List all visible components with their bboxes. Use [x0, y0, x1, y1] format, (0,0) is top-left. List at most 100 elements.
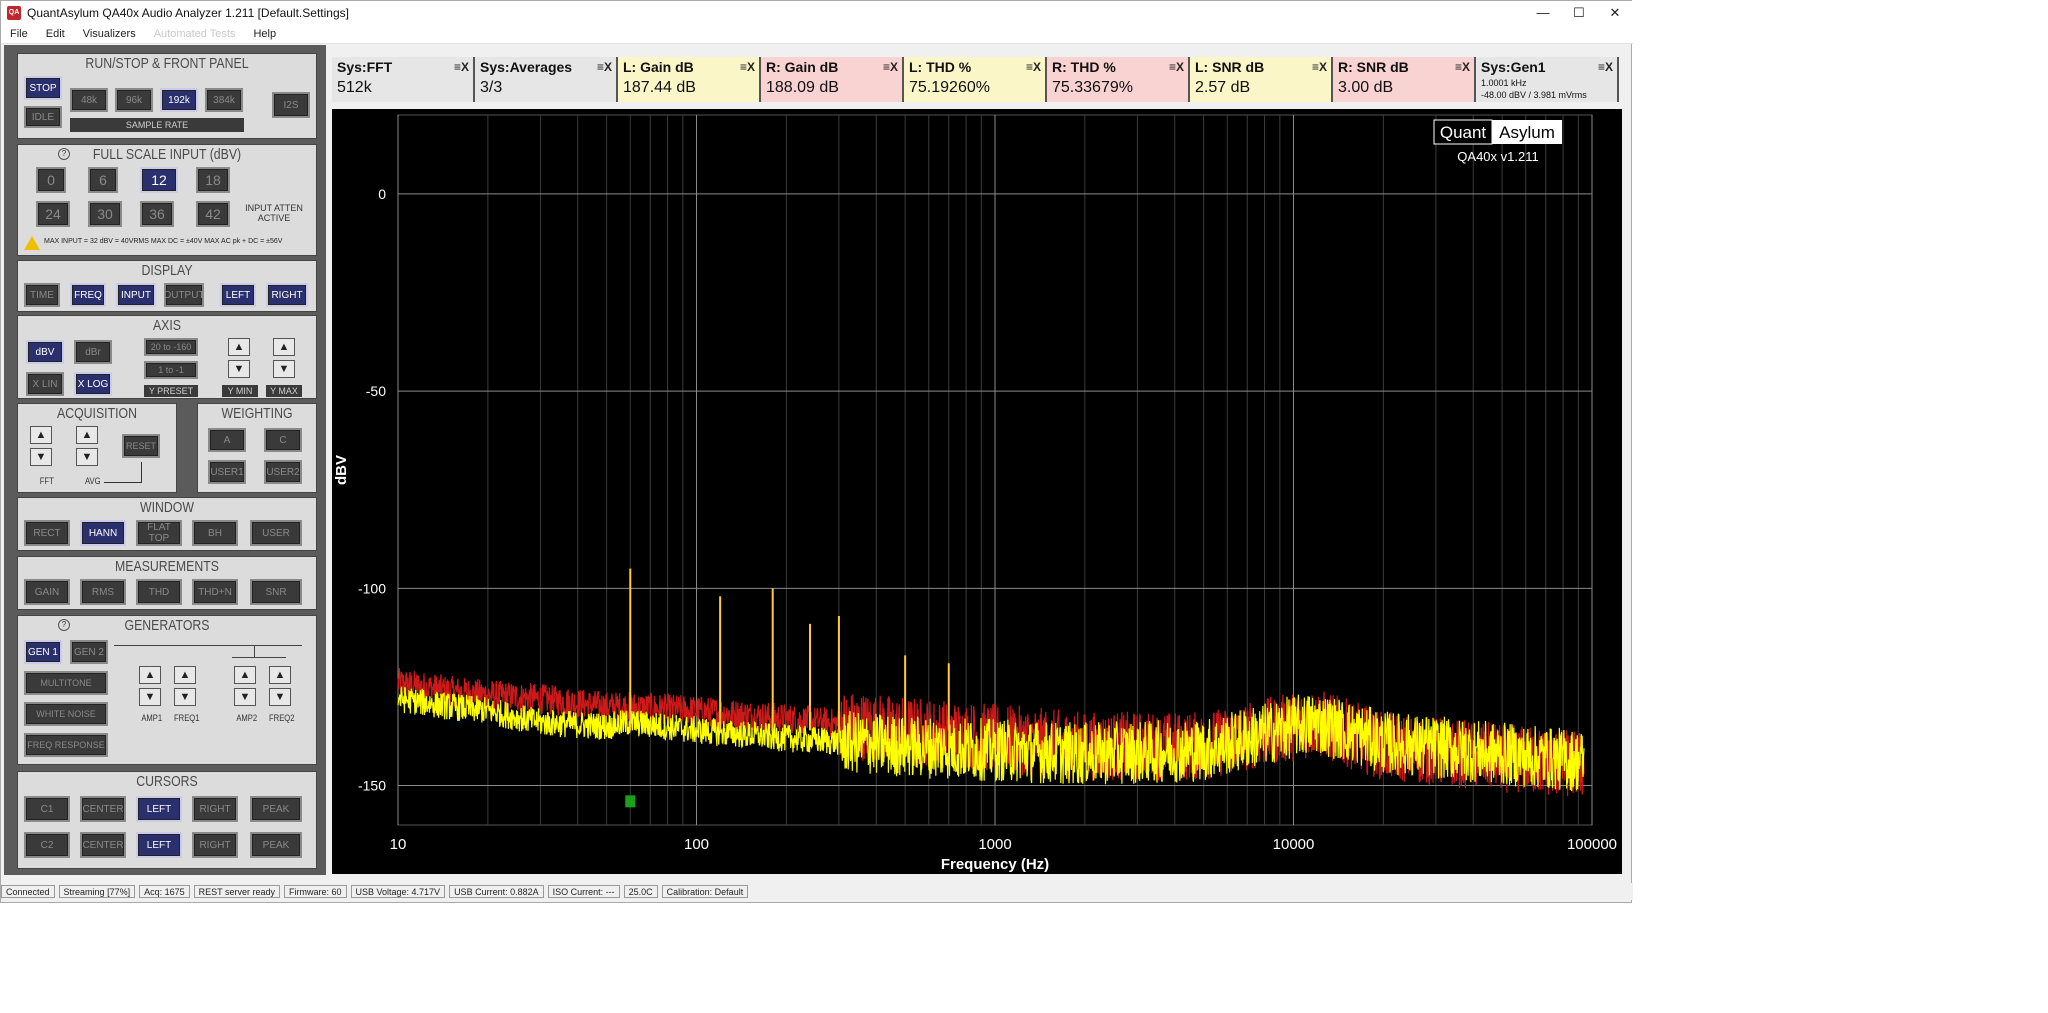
- input-button[interactable]: INPUT: [116, 283, 156, 307]
- xlog-button[interactable]: X LOG: [74, 372, 112, 396]
- meas-snr-button[interactable]: SNR: [250, 579, 302, 605]
- maximize-button[interactable]: ☐: [1561, 1, 1597, 24]
- window-hann-button[interactable]: HANN: [80, 520, 126, 546]
- freq2-down-arrow-icon[interactable]: ▼: [269, 688, 291, 706]
- left-channel-button[interactable]: LEFT: [220, 283, 256, 307]
- measurement-cell[interactable]: R: Gain dB ≡X 188.09 dB: [761, 57, 904, 102]
- weighting-user1-button[interactable]: USER1: [208, 460, 246, 484]
- menu-file[interactable]: File: [1, 28, 37, 40]
- measurement-cell[interactable]: Sys:FFT ≡X 512k: [332, 57, 475, 102]
- cursor2-peak-button[interactable]: PEAK: [250, 832, 302, 858]
- cursor2-right-button[interactable]: RIGHT: [192, 832, 238, 858]
- measurement-cell[interactable]: R: THD % ≡X 75.33679%: [1047, 57, 1190, 102]
- cursor1-right-button[interactable]: RIGHT: [192, 796, 238, 822]
- meas-gain-button[interactable]: GAIN: [24, 579, 70, 605]
- measurement-menu-close-icon[interactable]: ≡X: [883, 60, 898, 74]
- cursor1-left-button[interactable]: LEFT: [136, 796, 182, 822]
- meas-rms-button[interactable]: RMS: [80, 579, 126, 605]
- measurement-menu-close-icon[interactable]: ≡X: [1026, 60, 1041, 74]
- time-button[interactable]: TIME: [24, 283, 60, 307]
- fsi-30-button[interactable]: 30: [88, 201, 122, 227]
- measurement-menu-close-icon[interactable]: ≡X: [1312, 60, 1327, 74]
- right-channel-button[interactable]: RIGHT: [266, 283, 308, 307]
- rate-384k-button[interactable]: 384k: [205, 88, 243, 112]
- ymax-down-arrow-icon[interactable]: ▼: [273, 360, 295, 378]
- window-flat-top-button[interactable]: FLAT TOP: [136, 520, 182, 546]
- minimize-button[interactable]: —: [1525, 1, 1561, 24]
- i2s-button[interactable]: I2S: [272, 92, 310, 118]
- measurement-cell[interactable]: Sys:Averages ≡X 3/3: [475, 57, 618, 102]
- window-rect-button[interactable]: RECT: [24, 520, 70, 546]
- fsi-6-button[interactable]: 6: [88, 167, 118, 193]
- cursor-c1-button[interactable]: C1: [24, 796, 70, 822]
- amp1-down-arrow-icon[interactable]: ▼: [139, 688, 161, 706]
- ymax-up-arrow-icon[interactable]: ▲: [273, 338, 295, 356]
- fsi-0-button[interactable]: 0: [36, 167, 66, 193]
- window-user-button[interactable]: USER: [250, 520, 302, 546]
- fsi-36-button[interactable]: 36: [140, 201, 174, 227]
- freq1-down-arrow-icon[interactable]: ▼: [174, 688, 196, 706]
- menu-edit[interactable]: Edit: [37, 28, 74, 40]
- measurement-menu-close-icon[interactable]: ≡X: [454, 60, 469, 74]
- fft-up-arrow-icon[interactable]: ▲: [30, 426, 52, 444]
- cursor2-left-button[interactable]: LEFT: [136, 832, 182, 858]
- measurement-cell[interactable]: L: Gain dB ≡X 187.44 dB: [618, 57, 761, 102]
- measurement-menu-close-icon[interactable]: ≡X: [1598, 60, 1613, 74]
- multitone-button[interactable]: MULTITONE: [24, 671, 108, 695]
- fft-down-arrow-icon[interactable]: ▼: [30, 448, 52, 466]
- fsi-24-button[interactable]: 24: [36, 201, 70, 227]
- freq-button[interactable]: FREQ: [70, 283, 106, 307]
- measurement-menu-close-icon[interactable]: ≡X: [1455, 60, 1470, 74]
- preset-20-to-160-button[interactable]: 20 to -160: [144, 338, 198, 356]
- preset-1-to-minus1-button[interactable]: 1 to -1: [144, 361, 198, 379]
- output-button[interactable]: OUTPUT: [163, 283, 205, 307]
- rate-48k-button[interactable]: 48k: [70, 88, 108, 112]
- help-icon[interactable]: ?: [58, 619, 70, 631]
- measurement-menu-close-icon[interactable]: ≡X: [740, 60, 755, 74]
- gen2-button[interactable]: GEN 2: [70, 640, 108, 664]
- amp1-up-arrow-icon[interactable]: ▲: [139, 666, 161, 684]
- ymin-up-arrow-icon[interactable]: ▲: [228, 338, 250, 356]
- freq1-up-arrow-icon[interactable]: ▲: [174, 666, 196, 684]
- spectrum-plot[interactable]: 10 100 1000 10000 100000 0 -50 -100 -150 Frequenc…: [332, 109, 1622, 874]
- amp2-up-arrow-icon[interactable]: ▲: [234, 666, 256, 684]
- cursor2-center-button[interactable]: CENTER: [80, 832, 126, 858]
- measurement-cell[interactable]: L: THD % ≡X 75.19260%: [904, 57, 1047, 102]
- rate-96k-button[interactable]: 96k: [115, 88, 153, 112]
- amp2-down-arrow-icon[interactable]: ▼: [234, 688, 256, 706]
- weighting-user2-button[interactable]: USER2: [264, 460, 302, 484]
- close-window-button[interactable]: ✕: [1597, 1, 1633, 24]
- cursor1-peak-button[interactable]: PEAK: [250, 796, 302, 822]
- help-icon[interactable]: ?: [58, 148, 70, 160]
- stop-button[interactable]: STOP: [24, 76, 62, 100]
- meas-thdn-button[interactable]: THD+N: [192, 579, 238, 605]
- meas-thd-button[interactable]: THD: [136, 579, 182, 605]
- measurement-cell[interactable]: Sys:Gen1 ≡X 1.0001 kHz -48.00 dBV / 3.981 m…: [1476, 57, 1619, 102]
- measurement-menu-close-icon[interactable]: ≡X: [597, 60, 612, 74]
- dbv-button[interactable]: dBV: [26, 340, 64, 364]
- freq-response-button[interactable]: FREQ RESPONSE: [24, 733, 108, 757]
- idle-button[interactable]: IDLE: [24, 106, 62, 128]
- measurement-menu-close-icon[interactable]: ≡X: [1169, 60, 1184, 74]
- weighting-c-button[interactable]: C: [264, 428, 302, 452]
- menu-help[interactable]: Help: [244, 28, 285, 40]
- cursor-c2-button[interactable]: C2: [24, 832, 70, 858]
- menu-automated-tests[interactable]: Automated Tests: [145, 28, 245, 40]
- avg-down-arrow-icon[interactable]: ▼: [76, 448, 98, 466]
- weighting-a-button[interactable]: A: [208, 428, 246, 452]
- xlin-button[interactable]: X LIN: [26, 372, 64, 396]
- freq2-up-arrow-icon[interactable]: ▲: [269, 666, 291, 684]
- ymin-down-arrow-icon[interactable]: ▼: [228, 360, 250, 378]
- reset-button[interactable]: RESET: [122, 434, 160, 458]
- avg-up-arrow-icon[interactable]: ▲: [76, 426, 98, 444]
- fsi-12-button[interactable]: 12: [140, 167, 178, 193]
- dbr-button[interactable]: dBr: [74, 340, 112, 364]
- fsi-42-button[interactable]: 42: [196, 201, 230, 227]
- rate-192k-button[interactable]: 192k: [160, 88, 198, 112]
- measurement-cell[interactable]: L: SNR dB ≡X 2.57 dB: [1190, 57, 1333, 102]
- menu-visualizers[interactable]: Visualizers: [74, 28, 145, 40]
- measurement-cell[interactable]: R: SNR dB ≡X 3.00 dB: [1333, 57, 1476, 102]
- cursor1-center-button[interactable]: CENTER: [80, 796, 126, 822]
- window-bh-button[interactable]: BH: [192, 520, 238, 546]
- fsi-18-button[interactable]: 18: [196, 167, 230, 193]
